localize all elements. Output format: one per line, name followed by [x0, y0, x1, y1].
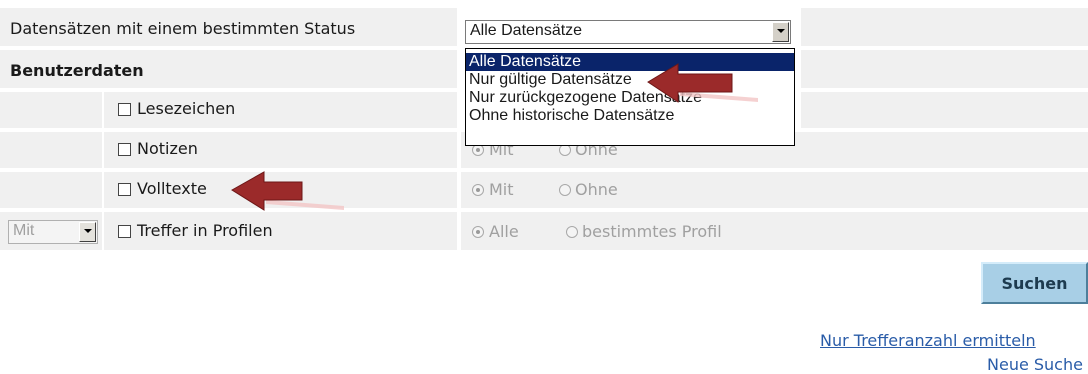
treffer-checkbox[interactable]: [118, 225, 131, 238]
new-search-link[interactable]: Neue Suche: [987, 355, 1083, 374]
row-volltexte-right: [801, 172, 1088, 208]
status-select-value: Alle Datensätze: [470, 22, 583, 39]
volltexte-radio-mit[interactable]: [472, 184, 484, 196]
notizen-checkbox[interactable]: [118, 143, 131, 156]
treffer-label: Treffer in Profilen: [137, 221, 273, 240]
volltexte-radio-ohne[interactable]: [559, 184, 571, 196]
count-hits-link[interactable]: Nur Trefferanzahl ermitteln: [820, 331, 1036, 350]
row-notizen-left: [0, 132, 102, 168]
treffer-label-profil: bestimmtes Profil: [582, 222, 722, 241]
status-label: Datensätzen mit einem bestimmten Status: [10, 19, 356, 38]
volltexte-checkbox[interactable]: [118, 183, 131, 196]
row-lesezeichen-right: [801, 92, 1088, 128]
row-volltexte-left: [0, 172, 102, 208]
treffer-radio-profil[interactable]: [566, 226, 578, 238]
volltexte-label-mit: Mit: [489, 180, 514, 199]
row-benutzer-right-cell: [801, 50, 1088, 88]
treffer-mode-select[interactable]: Mit: [8, 220, 98, 244]
treffer-mode-value: Mit: [13, 222, 35, 239]
arrow-pointer-icon: [231, 171, 344, 211]
chevron-down-icon[interactable]: [79, 222, 96, 242]
chevron-down-icon[interactable]: [772, 22, 789, 42]
notizen-label: Notizen: [137, 139, 198, 158]
section-title: Benutzerdaten: [10, 61, 144, 80]
search-button[interactable]: Suchen: [981, 262, 1088, 304]
row-treffer-right: [801, 212, 1088, 250]
volltexte-label-ohne: Ohne: [575, 180, 618, 199]
row-status-right-cell: [801, 8, 1088, 46]
status-select[interactable]: Alle Datensätze: [465, 20, 791, 44]
lesezeichen-checkbox[interactable]: [118, 103, 131, 116]
treffer-radio-alle[interactable]: [472, 226, 484, 238]
row-lesezeichen-left: [0, 92, 102, 128]
treffer-label-alle: Alle: [489, 222, 519, 241]
lesezeichen-label: Lesezeichen: [137, 99, 236, 118]
arrow-pointer-icon: [647, 63, 758, 103]
status-option[interactable]: Ohne historische Datensätze: [466, 107, 794, 125]
volltexte-label: Volltexte: [137, 179, 207, 198]
row-notizen-right: [801, 132, 1088, 168]
